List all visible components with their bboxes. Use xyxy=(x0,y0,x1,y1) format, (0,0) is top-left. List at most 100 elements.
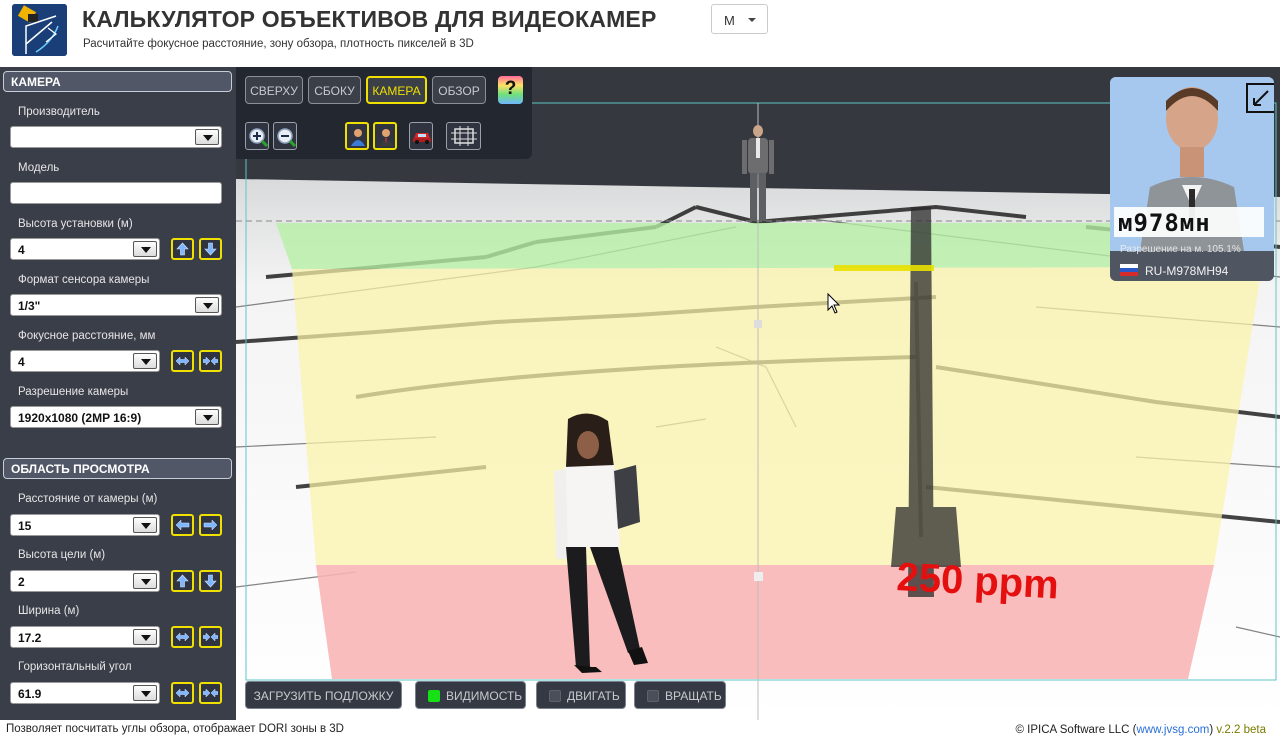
zoom-out-icon xyxy=(277,128,296,147)
dropdown-arrow-icon[interactable] xyxy=(133,629,157,645)
camera-section-header[interactable]: КАМЕРА xyxy=(3,71,232,92)
model-input[interactable] xyxy=(10,182,222,204)
view-toolbar: СВЕРХУ СБОКУ КАМЕРА ОБЗОР ? xyxy=(236,67,532,159)
target-height-select[interactable]: 2 xyxy=(10,570,160,592)
handle[interactable] xyxy=(754,320,762,328)
ppm-label: 250 ppm xyxy=(896,555,1060,607)
height-value: 4 xyxy=(18,243,25,257)
copyright-text: © IPICA Software LLC ( xyxy=(1015,724,1137,736)
hangle-select[interactable]: 61.9 xyxy=(10,682,160,704)
focal-widen-button[interactable] xyxy=(171,350,194,372)
unit-select-value: M xyxy=(724,13,735,28)
site-link[interactable]: www.jvsg.com xyxy=(1136,724,1209,736)
arrows-collapse-icon xyxy=(203,688,218,698)
hangle-value: 61.9 xyxy=(18,687,42,701)
tab-overview[interactable]: ОБЗОР xyxy=(432,76,486,104)
rotate-label: ВРАЩАТЬ xyxy=(665,689,722,703)
hangle-narrow-button[interactable] xyxy=(199,682,222,704)
zoom-out-button[interactable] xyxy=(273,122,297,150)
distance-decrease-button[interactable] xyxy=(171,514,194,536)
focal-narrow-button[interactable] xyxy=(199,350,222,372)
tab-side[interactable]: СБОКУ xyxy=(308,76,361,104)
grid-icon xyxy=(451,126,477,146)
dropdown-arrow-icon[interactable] xyxy=(133,241,157,257)
arrows-collapse-icon xyxy=(203,632,218,642)
height-up-button[interactable] xyxy=(171,238,194,260)
car-button[interactable] xyxy=(409,122,433,150)
russia-flag-icon xyxy=(1120,264,1138,276)
dropdown-arrow-icon[interactable] xyxy=(133,573,157,589)
focal-select[interactable]: 4 xyxy=(10,350,160,372)
target-height-up-button[interactable] xyxy=(171,570,194,592)
sensor-select[interactable]: 1/3" xyxy=(10,294,222,316)
distance-label: Расстояние от камеры (м) xyxy=(18,493,158,505)
width-narrow-button[interactable] xyxy=(199,626,222,648)
checkbox-unchecked-icon xyxy=(549,690,561,702)
hangle-widen-button[interactable] xyxy=(171,682,194,704)
person-man-button[interactable] xyxy=(373,122,397,150)
status-text: Позволяет посчитать углы обзора, отображ… xyxy=(6,723,344,735)
width-select[interactable]: 17.2 xyxy=(10,626,160,648)
target-height-down-button[interactable] xyxy=(199,570,222,592)
load-background-button[interactable]: ЗАГРУЗИТЬ ПОДЛОЖКУ xyxy=(245,681,402,709)
resolution-select[interactable]: 1920x1080 (2MP 16:9) xyxy=(10,406,222,428)
arrow-left-icon xyxy=(175,519,190,531)
zone-observe xyxy=(316,565,1214,679)
tab-top[interactable]: СВЕРХУ xyxy=(245,76,303,104)
handle[interactable] xyxy=(754,572,763,581)
arrows-expand-icon xyxy=(175,688,190,698)
zoom-in-icon xyxy=(249,128,268,147)
page-subtitle: Расчитайте фокусное расстояние, зону обз… xyxy=(83,38,474,50)
settings-sidebar: КАМЕРА Производитель Модель Высота устан… xyxy=(0,67,236,720)
unit-select[interactable]: M xyxy=(711,4,768,34)
3d-viewport[interactable]: 250 ppm СВЕРХУ СБОКУ КАМЕРА ОБЗОР ? м978… xyxy=(236,67,1280,720)
move-toggle[interactable]: ДВИГАТЬ xyxy=(536,681,626,709)
person-woman-button[interactable] xyxy=(345,122,369,150)
chevron-down-icon xyxy=(748,18,756,22)
man-icon xyxy=(379,129,393,146)
plate-number: RU-M978MH94 xyxy=(1120,264,1228,278)
move-label: ДВИГАТЬ xyxy=(567,689,620,703)
help-button[interactable]: ? xyxy=(498,76,523,104)
zoom-in-button[interactable] xyxy=(245,122,269,150)
arrows-expand-icon xyxy=(175,632,190,642)
checkbox-checked-icon xyxy=(428,690,440,702)
view-section-header[interactable]: ОБЛАСТЬ ПРОСМОТРА xyxy=(3,458,232,479)
resolution-value: 1920x1080 (2MP 16:9) xyxy=(18,411,142,425)
dropdown-arrow-icon[interactable] xyxy=(195,297,219,313)
hangle-label: Горизонтальный угол xyxy=(18,661,132,673)
copyright: © IPICA Software LLC (www.jvsg.com) v.2.… xyxy=(1015,724,1266,736)
dropdown-arrow-icon[interactable] xyxy=(195,129,219,145)
height-down-button[interactable] xyxy=(199,238,222,260)
resolution-label: Разрешение камеры xyxy=(18,386,129,398)
height-label: Высота установки (м) xyxy=(18,218,133,230)
width-widen-button[interactable] xyxy=(171,626,194,648)
wall-label xyxy=(834,265,934,271)
arrow-down-icon xyxy=(204,242,217,256)
visibility-toggle[interactable]: ВИДИМОСТЬ xyxy=(415,681,526,709)
distance-select[interactable]: 15 xyxy=(10,514,160,536)
preview-scale-text: Разрешение на м. 105.1% xyxy=(1120,244,1241,255)
tab-camera[interactable]: КАМЕРА xyxy=(366,76,427,104)
version-text: v.2.2 beta xyxy=(1216,724,1266,736)
target-height-label: Высота цели (м) xyxy=(18,549,106,561)
distance-increase-button[interactable] xyxy=(199,514,222,536)
zone-recognize xyxy=(292,267,1262,565)
woman-icon xyxy=(351,129,365,146)
grid-button[interactable] xyxy=(446,122,481,150)
page-title: КАЛЬКУЛЯТОР ОБЪЕКТИВОВ ДЛЯ ВИДЕОКАМЕР xyxy=(82,6,657,32)
height-select[interactable]: 4 xyxy=(10,238,160,260)
plate-number-text: RU-M978MH94 xyxy=(1145,264,1229,278)
manufacturer-label: Производитель xyxy=(18,106,100,118)
dropdown-arrow-icon[interactable] xyxy=(133,353,157,369)
width-label: Ширина (м) xyxy=(18,605,80,617)
expand-preview-button[interactable] xyxy=(1246,83,1274,113)
model-label: Модель xyxy=(18,162,60,174)
dropdown-arrow-icon[interactable] xyxy=(133,685,157,701)
rotate-toggle[interactable]: ВРАЩАТЬ xyxy=(634,681,726,709)
target-height-value: 2 xyxy=(18,575,25,589)
dropdown-arrow-icon[interactable] xyxy=(133,517,157,533)
dropdown-arrow-icon[interactable] xyxy=(195,409,219,425)
manufacturer-select[interactable] xyxy=(10,126,222,148)
app-header: КАЛЬКУЛЯТОР ОБЪЕКТИВОВ ДЛЯ ВИДЕОКАМЕР Ра… xyxy=(0,0,1280,67)
